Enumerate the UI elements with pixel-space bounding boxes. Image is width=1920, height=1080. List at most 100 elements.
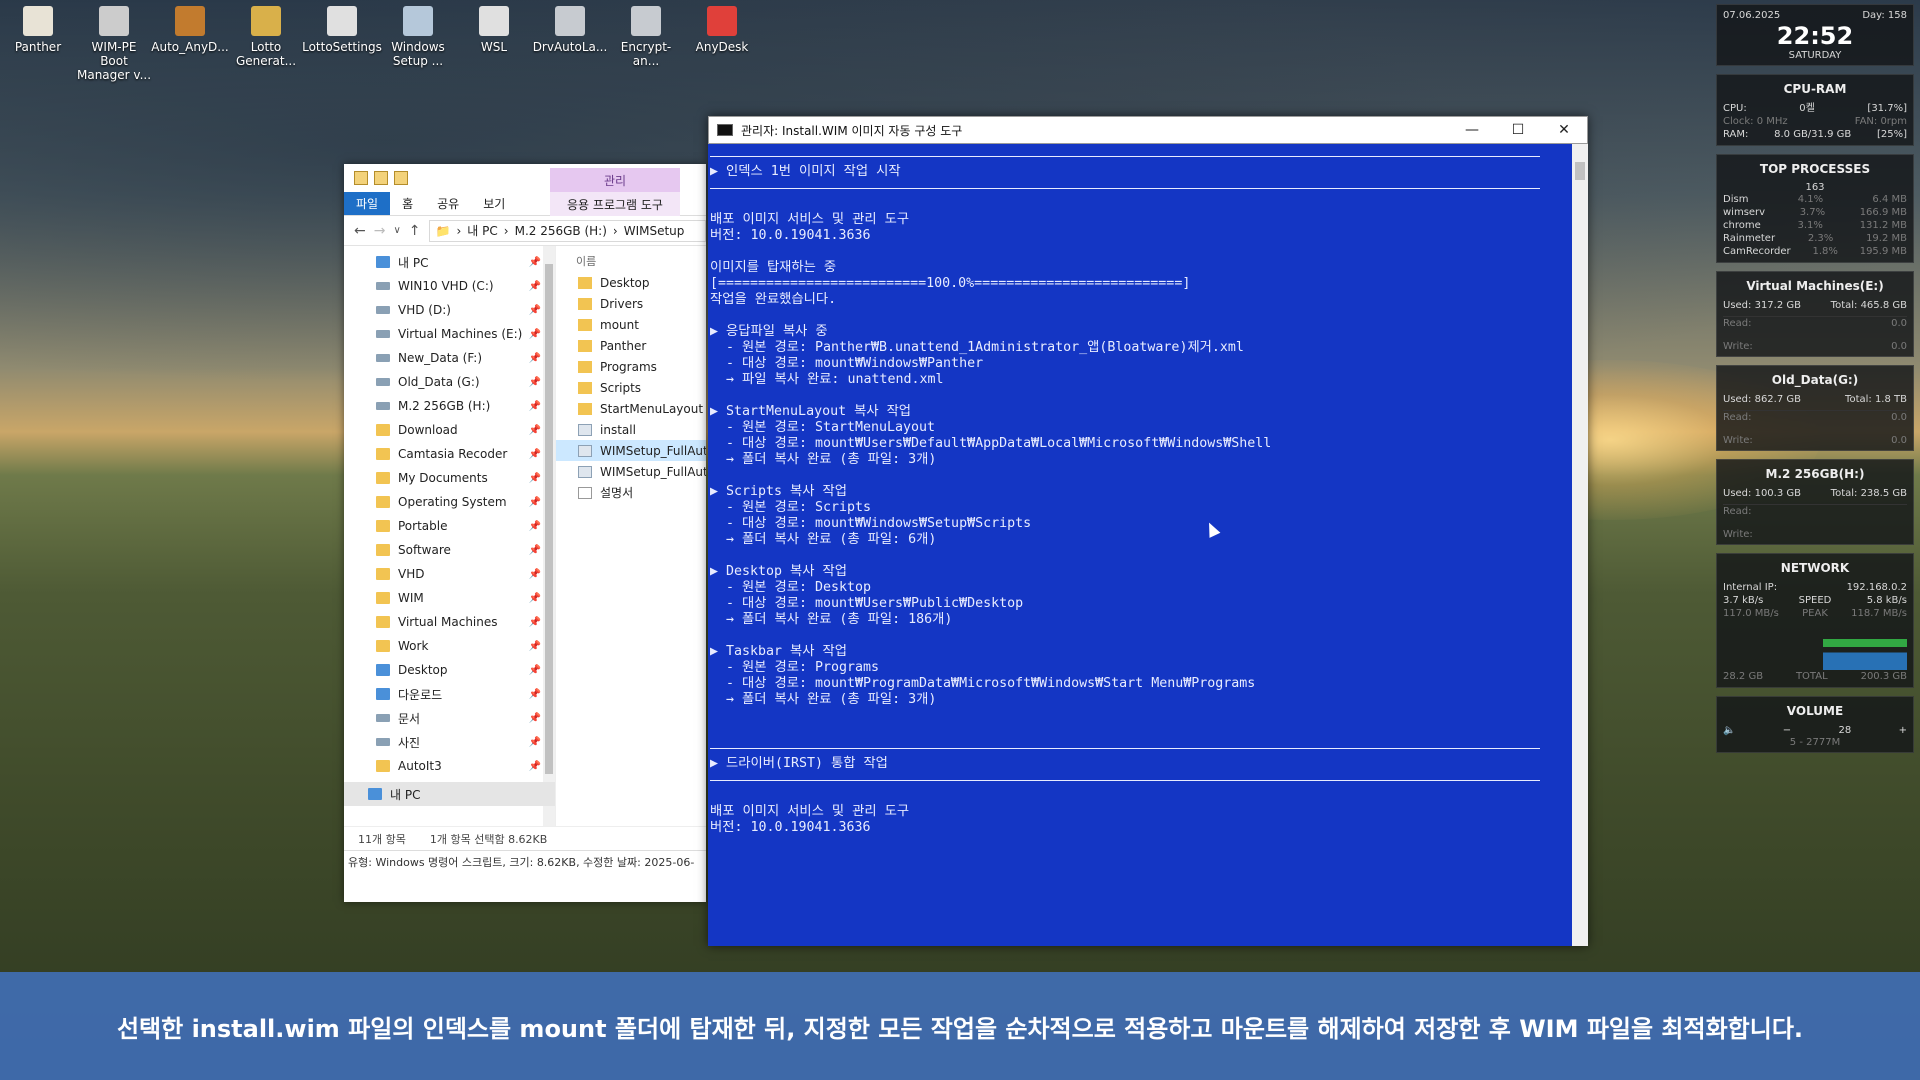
recent-chevron-icon[interactable]: ∨ [393, 225, 400, 236]
nav-item[interactable]: 문서 📌 [344, 706, 555, 730]
up-arrow-icon[interactable]: ↑ [409, 223, 421, 239]
file-row[interactable]: Programs [556, 356, 706, 377]
cpu-clock: Clock: 0 MHz [1723, 116, 1788, 127]
cpu-percent: [31.7%] [1867, 103, 1907, 114]
desktop-icon[interactable]: DrvAutoLa... [532, 6, 608, 82]
app-tools-tab[interactable]: 응용 프로그램 도구 [550, 192, 680, 216]
console-scrollbar[interactable] [1572, 144, 1588, 946]
pin-icon: 📌 [528, 736, 541, 748]
nav-item[interactable]: WIM 📌 [344, 586, 555, 610]
chevron-right-icon: › [503, 223, 509, 238]
quick-access-toolbar[interactable] [344, 171, 408, 185]
file-row[interactable]: Scripts [556, 377, 706, 398]
desktop-icon[interactable]: Windows Setup ... [380, 6, 456, 82]
desktop-icon[interactable]: AnyDesk [684, 6, 760, 82]
ribbon-tab[interactable]: 보기 [471, 192, 517, 215]
column-header-name[interactable]: 이름 [556, 250, 706, 272]
desktop-icon[interactable]: Auto_AnyD... [151, 6, 229, 82]
pin-icon: 📌 [528, 616, 541, 628]
nav-item[interactable]: VHD (D:) 📌 [344, 298, 555, 322]
desktop-icon[interactable]: Panther [0, 6, 76, 82]
breadcrumb-item[interactable]: WIMSetup [624, 224, 685, 238]
console-scrollbar-thumb[interactable] [1575, 162, 1585, 180]
nav-item[interactable]: 다운로드 📌 [344, 682, 555, 706]
folder-icon [578, 276, 592, 289]
process-row: Rainmeter 2.3% 19.2 MB [1723, 232, 1907, 245]
nav-item[interactable]: Camtasia Recoder 📌 [344, 442, 555, 466]
peak-label: PEAK [1802, 608, 1828, 619]
folder-icon [376, 496, 390, 508]
volume-value: 28 [1838, 725, 1852, 736]
nav-item[interactable]: Work 📌 [344, 634, 555, 658]
forward-arrow-icon[interactable]: → [374, 223, 386, 239]
breadcrumb-item[interactable]: 내 PC [467, 222, 497, 239]
file-row[interactable]: 설명서 [556, 482, 706, 503]
chevron-right-icon: › [456, 223, 462, 238]
file-row[interactable]: install [556, 419, 706, 440]
ribbon-tab[interactable]: 파일 [344, 192, 391, 215]
nav-item[interactable]: Old_Data (G:) 📌 [344, 370, 555, 394]
file-row[interactable]: Panther [556, 335, 706, 356]
pin-icon: 📌 [528, 256, 541, 268]
process-cpu: 2.3% [1807, 233, 1834, 244]
close-button[interactable]: ✕ [1541, 122, 1587, 138]
speaker-icon[interactable]: 🔈 [1723, 724, 1735, 737]
nav-item[interactable]: VHD 📌 [344, 562, 555, 586]
disk-read-label: Read: [1723, 412, 1752, 423]
nav-item[interactable]: Portable 📌 [344, 514, 555, 538]
nav-item[interactable]: Virtual Machines (E:) 📌 [344, 322, 555, 346]
file-row[interactable]: WIMSetup_FullAut [556, 461, 706, 482]
desktop-icon[interactable]: Lotto Generat... [228, 6, 304, 82]
manage-tab[interactable]: 관리 [550, 168, 680, 192]
file-row[interactable]: Drivers [556, 293, 706, 314]
net-total-right: 200.3 GB [1860, 671, 1907, 682]
file-row[interactable]: Desktop [556, 272, 706, 293]
desktop-icon[interactable]: Encrypt-an... [608, 6, 684, 82]
file-name: Desktop [600, 275, 650, 290]
disk-graph: Read: Write: [1723, 504, 1907, 540]
ribbon-tab[interactable]: 공유 [425, 192, 471, 215]
disk-graph: Read: 0.0 Write: 0.0 [1723, 316, 1907, 352]
nav-item-label: VHD [398, 567, 425, 581]
nav-item-selected[interactable]: 내 PC [344, 782, 555, 806]
nav-item[interactable]: 내 PC 📌 [344, 250, 555, 274]
console-line: 배포 이미지 서비스 및 관리 도구 [710, 212, 910, 227]
volume-up-button[interactable]: + [1899, 724, 1907, 737]
console-line: - 대상 경로: mount₩Windows₩Panther [710, 356, 984, 371]
nav-item[interactable]: My Documents 📌 [344, 466, 555, 490]
file-row[interactable]: WIMSetup_FullAut [556, 440, 706, 461]
file-row[interactable]: StartMenuLayout [556, 398, 706, 419]
desktop-icon[interactable]: LottoSettings [302, 6, 382, 82]
nav-item[interactable]: AutoIt3 📌 [344, 754, 555, 778]
nav-item[interactable]: Virtual Machines 📌 [344, 610, 555, 634]
nav-item[interactable]: Download 📌 [344, 418, 555, 442]
separator-line [710, 780, 1540, 781]
nav-item[interactable]: New_Data (F:) 📌 [344, 346, 555, 370]
back-arrow-icon[interactable]: ← [354, 223, 366, 239]
volume-down-button[interactable]: − [1783, 724, 1791, 737]
desktop-icon[interactable]: WIM-PE Boot Manager v... [76, 6, 152, 82]
nav-item[interactable]: Operating System 📌 [344, 490, 555, 514]
disk-used: Used: 317.2 GB [1723, 300, 1801, 311]
file-row[interactable]: mount [556, 314, 706, 335]
breadcrumb[interactable]: 📁 › 내 PC › M.2 256GB (H:) › WIMSetup [428, 219, 706, 242]
nav-item[interactable]: M.2 256GB (H:) 📌 [344, 394, 555, 418]
desktop-icon[interactable]: WSL [456, 6, 532, 82]
disk-used: Used: 862.7 GB [1723, 394, 1801, 405]
app-icon [175, 6, 205, 36]
folder-icon [376, 544, 390, 556]
minimize-button[interactable]: — [1449, 122, 1495, 138]
nav-item[interactable]: WIN10 VHD (C:) 📌 [344, 274, 555, 298]
breadcrumb-item[interactable]: M.2 256GB (H:) [515, 224, 607, 238]
ribbon-tab[interactable]: 홈 [390, 192, 425, 215]
app-icon [251, 6, 281, 36]
nav-item[interactable]: Software 📌 [344, 538, 555, 562]
console-line: → 폴더 복사 완료 (총 파일: 186개) [710, 612, 953, 627]
maximize-button[interactable]: ☐ [1495, 122, 1541, 138]
nav-item[interactable]: 사진 📌 [344, 730, 555, 754]
nav-item[interactable]: Desktop 📌 [344, 658, 555, 682]
app-icon [403, 6, 433, 36]
console-output[interactable]: ▶ 인덱스 1번 이미지 작업 시작 배포 이미지 서비스 및 관리 도구 버전: … [708, 144, 1572, 946]
desktop-icon-label: WIM-PE Boot Manager v... [76, 40, 152, 82]
